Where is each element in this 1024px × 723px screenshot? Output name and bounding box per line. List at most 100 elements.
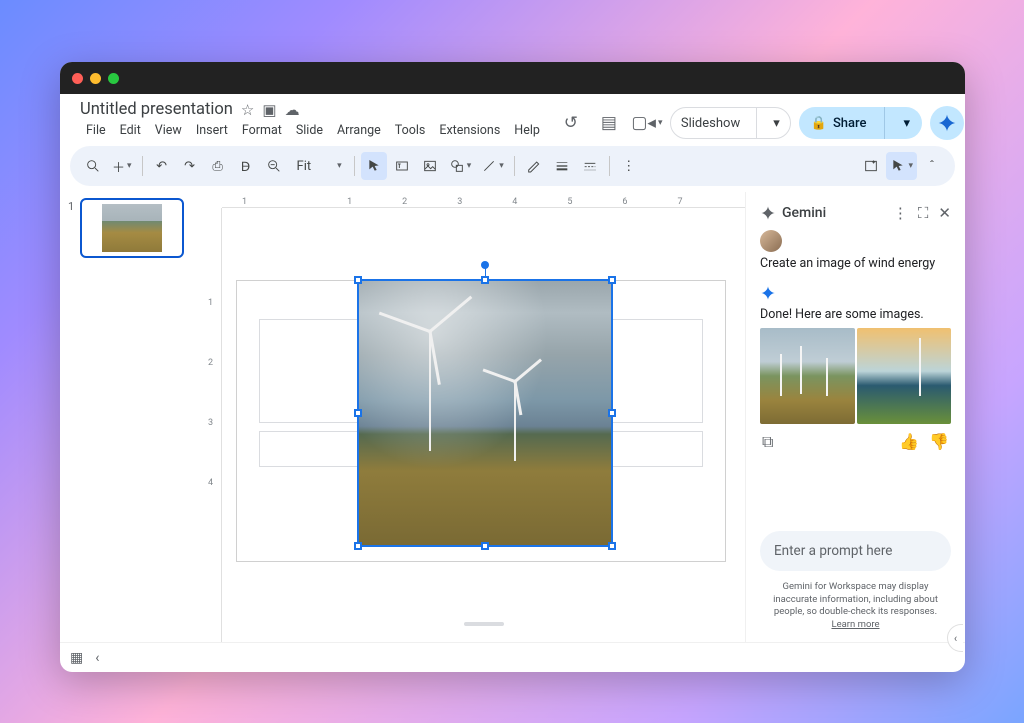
move-folder-icon[interactable]: ▣ — [262, 101, 276, 119]
share-button[interactable]: 🔒 Share ▾ — [799, 107, 922, 139]
lock-icon: 🔒 — [811, 116, 827, 131]
slide[interactable] — [236, 280, 726, 562]
image-gen-icon[interactable] — [858, 152, 884, 180]
border-color-icon[interactable] — [521, 152, 547, 180]
slideshow-dropdown-icon[interactable]: ▾ — [763, 108, 790, 138]
canvas-viewport[interactable] — [232, 216, 735, 632]
menu-extensions[interactable]: Extensions — [433, 121, 506, 140]
gemini-result-image[interactable] — [760, 328, 855, 424]
thumbs-down-icon[interactable]: 👎 — [929, 432, 949, 452]
new-slide-button[interactable]: ＋▾ — [108, 152, 136, 180]
placeholder[interactable] — [259, 431, 367, 467]
gemini-more-icon[interactable]: ⋮ — [893, 204, 908, 222]
gemini-card: Gemini ⋮ ⛶ ✕ Create an image of wind ene… — [752, 198, 959, 642]
mask-tool-icon[interactable]: ▾ — [886, 152, 917, 180]
menu-slide[interactable]: Slide — [290, 121, 329, 140]
toolbar: ＋▾ ↶ ↷ ⎙ Ꟈ Fit ▾ ▾ ▾ ⋮ ▾ ˆ — [70, 146, 955, 186]
menu-help[interactable]: Help — [508, 121, 546, 140]
body-area: 1 11234567 1234 — [60, 192, 965, 642]
meet-icon[interactable]: ▢◂ ▾ — [632, 108, 662, 138]
resize-handle[interactable] — [354, 276, 362, 284]
menu-format[interactable]: Format — [236, 121, 288, 140]
gemini-button[interactable] — [930, 106, 964, 140]
border-dash-icon[interactable] — [577, 152, 603, 180]
gemini-spark-icon — [760, 205, 776, 221]
canvas-area: 11234567 1234 — [200, 192, 745, 642]
search-icon[interactable] — [80, 152, 106, 180]
resize-handle[interactable] — [481, 542, 489, 550]
speaker-notes-handle[interactable] — [464, 622, 504, 626]
header-right: ↺ ▤ ▢◂ ▾ Slideshow ▾ 🔒 Share ▾ — [556, 100, 965, 140]
slideshow-button[interactable]: Slideshow ▾ — [670, 107, 791, 139]
app-header: Untitled presentation ☆ ▣ ☁ File Edit Vi… — [60, 94, 965, 140]
thumbs-up-icon[interactable]: 👍 — [899, 432, 919, 452]
copy-icon[interactable]: ⧉ — [762, 432, 773, 452]
slide-thumbnail[interactable] — [80, 198, 184, 258]
select-tool-icon[interactable] — [361, 152, 387, 180]
rotate-handle[interactable] — [481, 261, 489, 269]
menu-file[interactable]: File — [80, 121, 112, 140]
textbox-icon[interactable] — [389, 152, 415, 180]
resize-handle[interactable] — [608, 276, 616, 284]
gemini-input-placeholder: Enter a prompt here — [774, 543, 892, 559]
gemini-user-avatar — [760, 230, 782, 252]
gemini-expand-icon[interactable]: ⛶ — [918, 204, 929, 222]
undo-icon[interactable]: ↶ — [149, 152, 175, 180]
paint-format-icon[interactable]: Ꟈ — [233, 152, 259, 180]
app-window: Untitled presentation ☆ ▣ ☁ File Edit Vi… — [60, 62, 965, 672]
learn-more-link[interactable]: Learn more — [831, 619, 879, 630]
placeholder[interactable] — [259, 319, 367, 423]
window-close-dot[interactable] — [72, 73, 83, 84]
title-block: Untitled presentation ☆ ▣ ☁ File Edit Vi… — [80, 100, 546, 140]
menu-tools[interactable]: Tools — [389, 121, 432, 140]
print-icon[interactable]: ⎙ — [205, 152, 231, 180]
gemini-side-panel: Gemini ⋮ ⛶ ✕ Create an image of wind ene… — [745, 192, 965, 642]
star-icon[interactable]: ☆ — [241, 101, 254, 119]
redo-icon[interactable]: ↷ — [177, 152, 203, 180]
window-minimize-dot[interactable] — [90, 73, 101, 84]
resize-handle[interactable] — [354, 409, 362, 417]
gemini-actions: ⧉ 👍 👎 — [752, 424, 959, 460]
horizontal-ruler[interactable]: 11234567 — [222, 192, 745, 208]
menu-edit[interactable]: Edit — [114, 121, 147, 140]
title-icons: ☆ ▣ ☁ — [241, 101, 300, 119]
share-dropdown-icon[interactable]: ▾ — [891, 107, 922, 139]
gemini-title: Gemini — [782, 205, 826, 221]
resize-handle[interactable] — [608, 542, 616, 550]
cloud-status-icon[interactable]: ☁ — [285, 101, 300, 119]
line-icon[interactable]: ▾ — [477, 152, 508, 180]
more-icon[interactable]: ⋮ — [616, 152, 642, 180]
document-title[interactable]: Untitled presentation — [80, 100, 233, 119]
slide-number: 1 — [68, 198, 74, 258]
slide-thumbnail-panel: 1 — [60, 192, 200, 642]
border-weight-icon[interactable] — [549, 152, 575, 180]
menu-bar: File Edit View Insert Format Slide Arran… — [80, 121, 546, 140]
mac-titlebar — [60, 62, 965, 94]
vertical-ruler[interactable]: 1234 — [200, 208, 222, 642]
explore-icon[interactable]: ▦ — [70, 650, 83, 666]
prev-slide-icon[interactable]: ‹ — [95, 650, 99, 666]
selected-image[interactable] — [357, 279, 613, 547]
side-panel-toggle-icon[interactable]: ‹ — [947, 624, 963, 652]
resize-handle[interactable] — [354, 542, 362, 550]
menu-insert[interactable]: Insert — [190, 121, 234, 140]
resize-handle[interactable] — [608, 409, 616, 417]
zoom-select[interactable]: Fit ▾ — [289, 152, 348, 180]
window-zoom-dot[interactable] — [108, 73, 119, 84]
resize-handle[interactable] — [481, 276, 489, 284]
comments-icon[interactable]: ▤ — [594, 108, 624, 138]
shape-icon[interactable]: ▾ — [445, 152, 476, 180]
toolbar-collapse-icon[interactable]: ˆ — [919, 152, 945, 180]
menu-arrange[interactable]: Arrange — [331, 121, 387, 140]
gemini-close-icon[interactable]: ✕ — [938, 204, 951, 222]
gemini-result-image[interactable] — [857, 328, 952, 424]
zoom-label: Fit — [297, 159, 312, 174]
zoom-out-icon[interactable] — [261, 152, 287, 180]
gemini-prompt-input[interactable]: Enter a prompt here — [760, 531, 951, 571]
image-icon[interactable] — [417, 152, 443, 180]
menu-view[interactable]: View — [149, 121, 188, 140]
gemini-image-results — [752, 328, 959, 424]
footer: ▦ ‹ ‹ — [60, 642, 965, 672]
share-label: Share — [833, 116, 867, 131]
history-icon[interactable]: ↺ — [556, 108, 586, 138]
